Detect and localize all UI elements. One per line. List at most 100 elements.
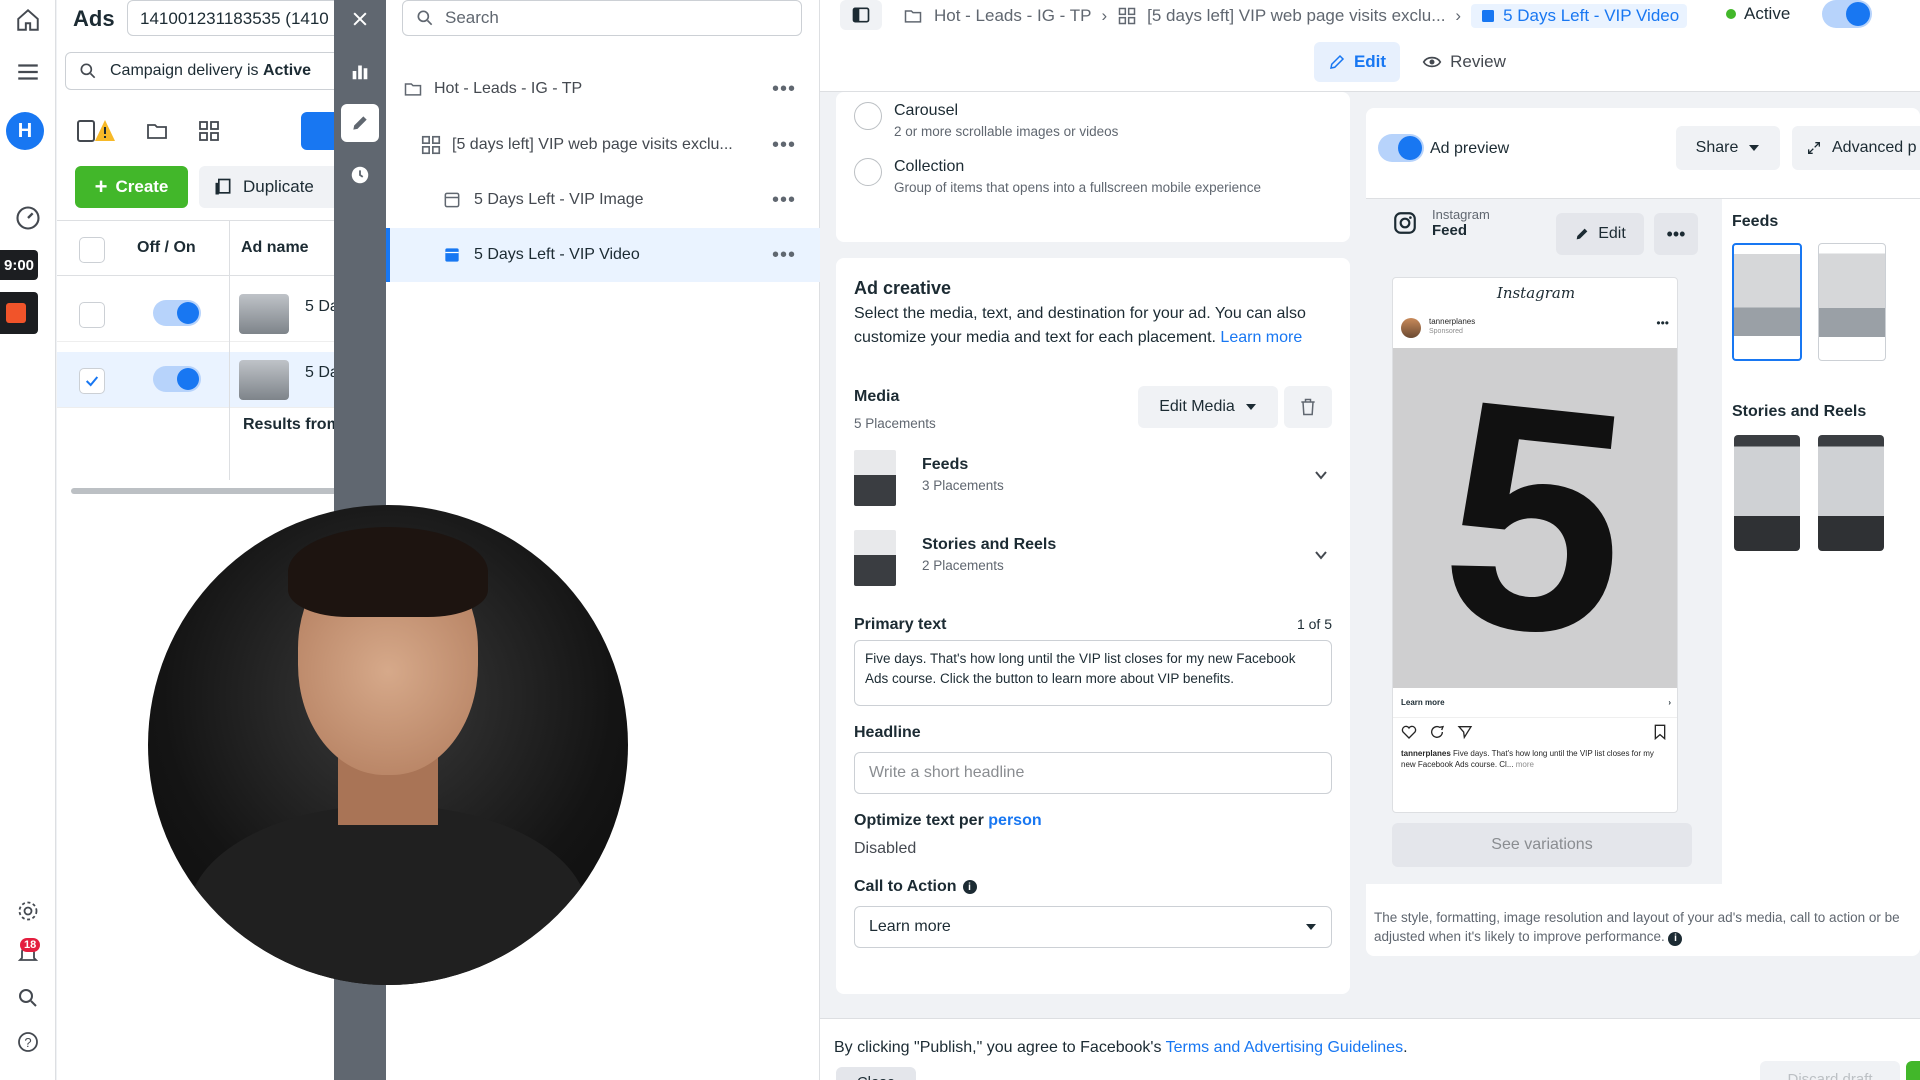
campaign-id-field[interactable]: 141001231183535 (1410 <box>127 0 334 36</box>
account-avatar[interactable]: H <box>6 112 44 150</box>
tree-search-input[interactable]: Search <box>402 0 802 36</box>
toggle-sidebar-icon[interactable] <box>840 0 882 30</box>
placement-thumb-feed[interactable] <box>1732 243 1802 361</box>
primary-text-field[interactable]: Five days. That's how long until the VIP… <box>854 640 1332 706</box>
table-row[interactable]: 5 Da <box>57 286 334 342</box>
row-checkbox[interactable] <box>79 302 105 328</box>
horizontal-scrollbar[interactable] <box>71 488 334 494</box>
format-option-collection[interactable]: Collection Group of items that opens int… <box>854 158 1261 195</box>
breadcrumb-adset[interactable]: [5 days left] VIP web page visits exclu.… <box>1147 6 1445 26</box>
send-icon <box>1457 726 1473 740</box>
settings-gear-icon[interactable] <box>10 893 46 929</box>
record-stop-button[interactable] <box>0 292 38 334</box>
post-cta-row: Learn more › <box>1393 688 1677 718</box>
publish-button[interactable] <box>1906 1061 1920 1080</box>
terms-link[interactable]: Terms and Advertising Guidelines <box>1166 1039 1403 1056</box>
chart-icon[interactable] <box>341 52 379 90</box>
collection-radio[interactable] <box>854 158 882 186</box>
status-dot-icon <box>1726 9 1736 19</box>
see-variations-button[interactable]: See variations <box>1392 823 1692 867</box>
pencil-edit-icon[interactable] <box>341 104 379 142</box>
ad-preview-label: Ad preview <box>1430 140 1510 157</box>
breadcrumb-ad[interactable]: 5 Days Left - VIP Video <box>1471 4 1688 28</box>
format-option-carousel[interactable]: Carousel 2 or more scrollable images or … <box>854 102 1118 139</box>
post-cta-label: Learn more <box>1401 698 1445 707</box>
delete-media-button[interactable] <box>1284 386 1332 428</box>
tab-edit[interactable]: Edit <box>1314 42 1400 82</box>
tree-item-adset[interactable]: [5 days left] VIP web page visits exclu.… <box>386 118 820 172</box>
info-icon[interactable]: i <box>962 880 977 894</box>
clipboard-warning-icon[interactable] <box>73 112 117 150</box>
tab-review-label: Review <box>1450 52 1506 71</box>
close-icon[interactable] <box>341 0 379 38</box>
collection-title: Collection <box>894 158 965 175</box>
preview-edit-button[interactable]: Edit <box>1556 213 1644 255</box>
edit-media-button[interactable]: Edit Media <box>1138 386 1278 428</box>
menu-icon[interactable] <box>10 54 46 90</box>
search-icon <box>417 10 433 26</box>
ad-active-toggle[interactable] <box>1822 0 1872 28</box>
tree-item-ad-video[interactable]: 5 Days Left - VIP Video ••• <box>386 228 820 282</box>
breadcrumb-campaign[interactable]: Hot - Leads - IG - TP <box>934 6 1091 26</box>
duplicate-button[interactable]: Duplicate <box>199 166 334 208</box>
help-icon[interactable]: ? <box>10 1024 46 1060</box>
select-all-checkbox[interactable] <box>79 237 105 263</box>
more-options-icon[interactable]: ••• <box>772 78 796 101</box>
tree-item-ad-image[interactable]: 5 Days Left - VIP Image ••• <box>386 173 820 227</box>
table-row[interactable]: 5 Da <box>57 352 334 408</box>
media-label: Media <box>854 388 900 405</box>
headline-input[interactable] <box>854 752 1332 794</box>
gauge-icon[interactable] <box>10 200 46 236</box>
row-ad-name[interactable]: 5 Da <box>305 298 334 316</box>
grid-icon[interactable] <box>187 112 231 150</box>
ad-preview-toggle[interactable] <box>1378 134 1424 162</box>
search-icon[interactable] <box>10 980 46 1016</box>
placement-header: Instagram Feed <box>1392 207 1490 239</box>
chevron-down-icon[interactable] <box>1314 468 1328 482</box>
media-row-feeds[interactable]: Feeds 3 Placements <box>854 446 1332 510</box>
close-button[interactable]: Close <box>836 1067 916 1080</box>
learn-more-link[interactable]: Learn more <box>1220 329 1302 346</box>
history-clock-icon[interactable] <box>341 156 379 194</box>
instagram-icon <box>1394 212 1416 234</box>
tab-review[interactable]: Review <box>1414 42 1514 82</box>
row-toggle[interactable] <box>153 300 201 326</box>
row-checkbox[interactable] <box>79 368 105 394</box>
more-options-icon[interactable]: ••• <box>772 244 796 267</box>
more-options-icon[interactable]: ••• <box>772 189 796 212</box>
tree-item-campaign[interactable]: Hot - Leads - IG - TP ••• <box>386 62 820 116</box>
caption-user: tannerplanes <box>1401 749 1451 758</box>
filter-pill[interactable]: Campaign delivery is Active <box>65 52 334 90</box>
row-toggle[interactable] <box>153 366 201 392</box>
folder-icon[interactable] <box>135 112 179 150</box>
share-button[interactable]: Share <box>1676 126 1780 170</box>
platform-label: Instagram <box>1432 207 1490 222</box>
placement-thumb-feed[interactable] <box>1818 243 1886 361</box>
optimize-person-link[interactable]: person <box>988 812 1041 829</box>
more-options-icon[interactable]: ••• <box>1654 213 1698 255</box>
feeds-title: Feeds <box>1732 213 1779 230</box>
row-ad-name[interactable]: 5 Da <box>305 364 334 382</box>
cta-select[interactable]: Learn more <box>854 906 1332 948</box>
post-media: 5 <box>1393 331 1677 705</box>
home-icon[interactable] <box>10 2 46 38</box>
publish-terms-text: By clicking "Publish," you agree to Face… <box>834 1039 1408 1057</box>
chevron-down-icon[interactable] <box>1314 548 1328 562</box>
ad-icon <box>445 248 459 262</box>
create-button[interactable]: + Create <box>75 166 188 208</box>
placement-thumb-story[interactable] <box>1734 435 1800 551</box>
more-options-icon[interactable]: ••• <box>772 134 796 157</box>
advanced-label: Advanced p <box>1832 139 1917 156</box>
carousel-radio[interactable] <box>854 102 882 130</box>
post-more-icon: ••• <box>1656 316 1669 330</box>
discard-draft-button[interactable]: Discard draft <box>1760 1061 1900 1080</box>
placement-thumb-story[interactable] <box>1818 435 1884 551</box>
pencil-icon <box>1329 54 1344 69</box>
presenter-hair <box>288 527 488 617</box>
post-avatar <box>1401 318 1421 338</box>
ad-view-icon[interactable] <box>301 112 334 150</box>
media-row-stories-reels[interactable]: Stories and Reels 2 Placements <box>854 526 1332 590</box>
instagram-post-mock: Instagram tannerplanes Sponsored ••• 5 L… <box>1392 277 1678 813</box>
advanced-preview-button[interactable]: Advanced p <box>1792 126 1920 170</box>
info-icon[interactable]: i <box>1668 931 1683 946</box>
